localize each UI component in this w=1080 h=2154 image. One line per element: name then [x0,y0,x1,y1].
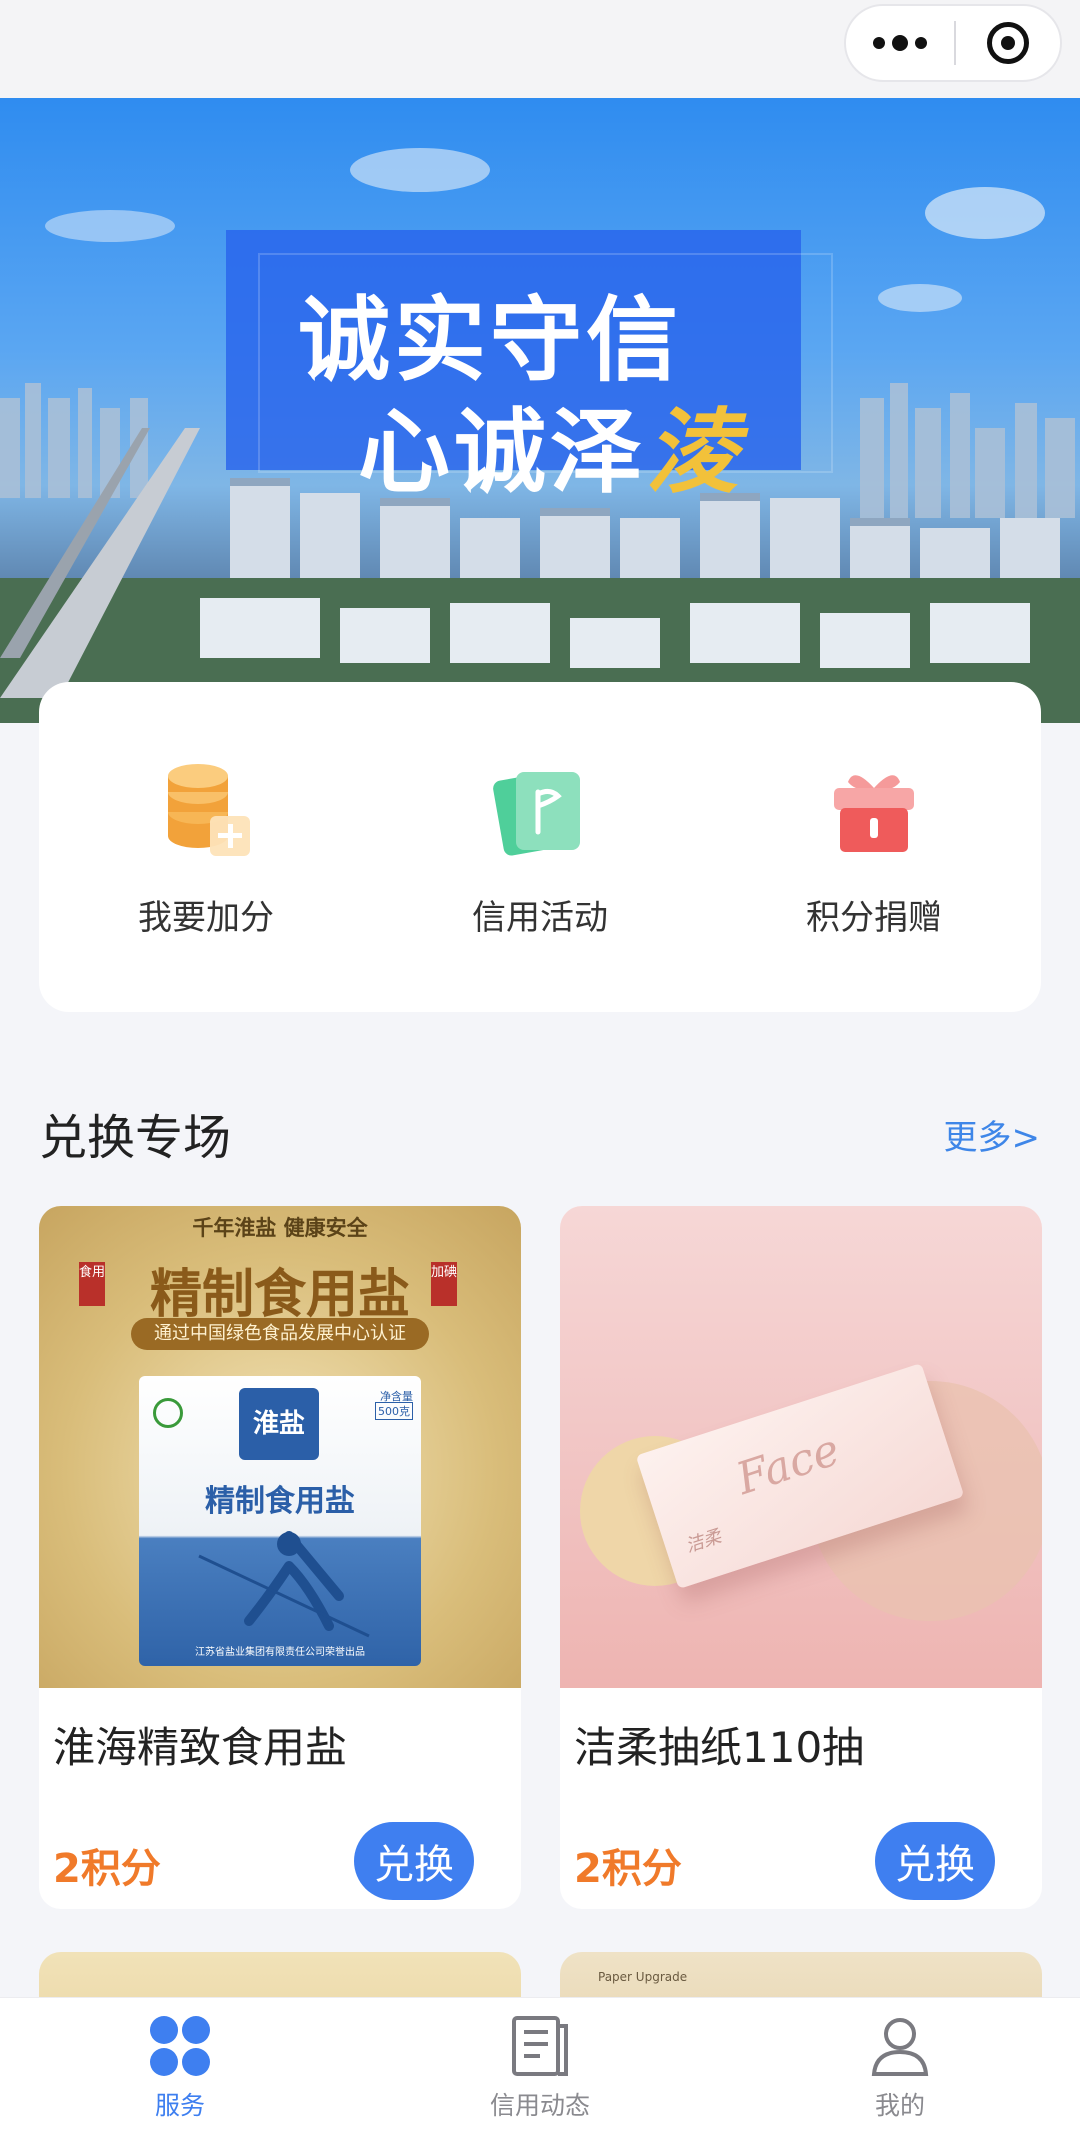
redeem-button[interactable]: 兑换 [875,1822,995,1900]
tab-label: 我的 [874,2091,925,2120]
image-tag-right: 加碘 [431,1262,457,1306]
image-caption: 千年淮盐 健康安全 [192,1216,368,1240]
miniprogram-capsule [844,4,1062,82]
bag-logo: 淮盐 [239,1388,319,1460]
tab-mine[interactable]: 我的 [720,1998,1080,2154]
fisherman-silhouette [198,1531,370,1638]
quick-action-label: 积分捐赠 [806,898,942,938]
product-card[interactable]: 千年淮盐 健康安全 食用 精制食用盐 加碘 通过中国绿色食品发展中心认证 淮盐 … [39,1206,521,1909]
more-menu-button[interactable] [846,6,954,80]
document-icon [508,2014,572,2078]
tab-label: 信用动态 [489,2091,590,2120]
tissue-sub: 洁柔 [683,1525,724,1558]
hero-banner[interactable]: 诚实守信 心诚泽淩 [0,98,1080,723]
quick-action-label: 我要加分 [138,898,274,938]
salt-bag: 淮盐 净含量 500克 精制食用盐 江苏省盐业集团有限责任公司荣誉出品 [139,1376,421,1666]
more-link[interactable]: 更多> [944,1110,1041,1159]
product-name: 淮海精致食用盐 [53,1723,348,1772]
banner-slogan-line2: 心诚泽淩 [358,398,743,506]
target-icon [987,22,1029,64]
tab-credit-news[interactable]: 信用动态 [360,1998,720,2154]
bag-title: 精制食用盐 [205,1484,355,1519]
quick-actions-card: 我要加分 信用活动 积分捐赠 [39,682,1041,1012]
coin-stack-plus-icon [158,762,254,858]
tab-services[interactable]: 服务 [0,1998,360,2154]
top-bar [0,0,1080,98]
flag-card-icon [492,762,588,858]
user-icon [868,2014,932,2078]
clover-icon [148,2014,212,2078]
tab-label: 服务 [154,2091,205,2120]
product-name: 洁柔抽纸110抽 [574,1723,865,1772]
bag-footer: 江苏省盐业集团有限责任公司荣誉出品 [195,1647,365,1658]
bottom-tab-bar: 服务 信用动态 我的 [0,1997,1080,2154]
product-card[interactable]: Face 洁柔 洁柔抽纸110抽 2积分 兑换 [560,1206,1042,1909]
product-image-tissue: Face 洁柔 [560,1206,1042,1688]
gift-box-icon [826,762,922,858]
image-cert-band: 通过中国绿色食品发展中心认证 [131,1318,429,1350]
green-food-badge [153,1398,183,1428]
tissue-brand: Face [730,1424,846,1506]
close-miniprogram-button[interactable] [956,22,1060,64]
quick-action-donate-points[interactable]: 积分捐赠 [707,682,1041,1012]
quick-action-label: 信用活动 [472,898,608,938]
product-image-salt: 千年淮盐 健康安全 食用 精制食用盐 加碘 通过中国绿色食品发展中心认证 淮盐 … [39,1206,521,1688]
product-points: 2积分 [53,1846,161,1892]
redeem-button[interactable]: 兑换 [354,1822,474,1900]
peek-caption: Paper Upgrade [598,1970,688,1984]
quick-action-add-points[interactable]: 我要加分 [39,682,373,1012]
bag-weight: 500克 [375,1402,413,1420]
product-points: 2积分 [574,1846,682,1892]
section-title: 兑换专场 [39,1110,232,1166]
quick-action-credit-activities[interactable]: 信用活动 [373,682,707,1012]
